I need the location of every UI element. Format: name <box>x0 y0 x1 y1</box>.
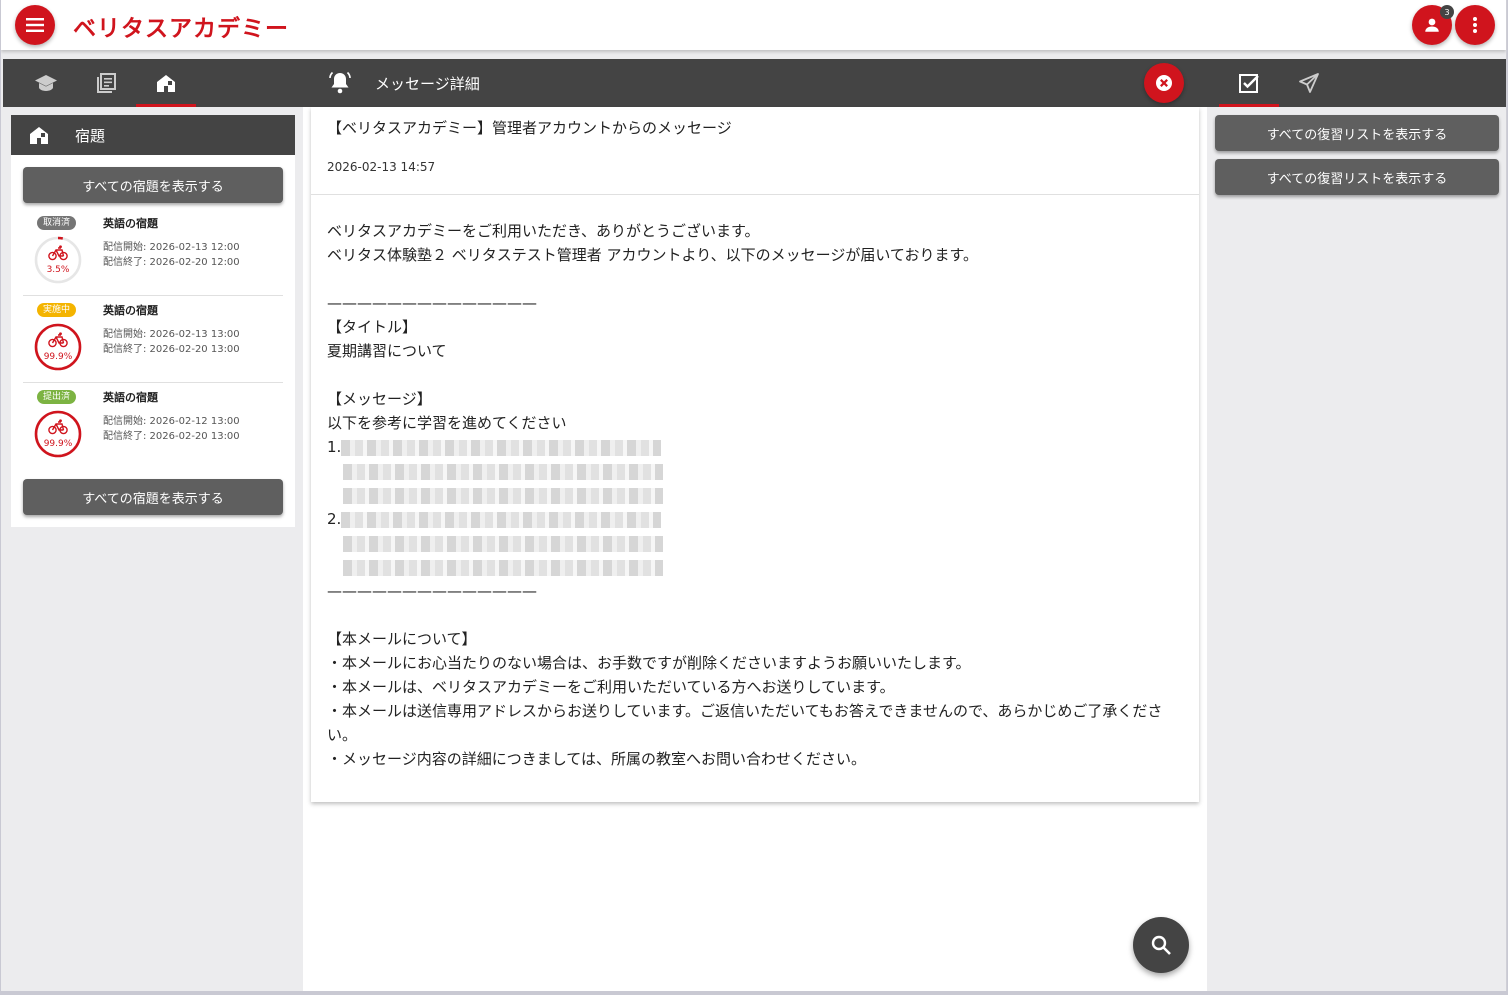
tab-sent[interactable] <box>1295 69 1323 97</box>
right-tab-bar <box>1207 59 1506 107</box>
tab-homework[interactable] <box>152 69 180 97</box>
show-all-review-button-2[interactable]: すべての復習リストを表示する <box>1215 159 1499 195</box>
homework-item[interactable]: 実施中 99.9% 英語の宿題配信開始: 2026-02-13 13:00 配信終了:… <box>23 296 283 383</box>
hamburger-menu-icon <box>26 18 44 32</box>
search-icon <box>1151 935 1171 955</box>
homework-panel: 宿題 すべての宿題を表示する 取消済 3.5% 英語の宿題 配信開始: 2026-02… <box>11 115 295 527</box>
tab-indicator <box>136 104 196 107</box>
body-line: ベリタス体験塾２ ベリタステスト管理者 アカウントより、以下のメッセージが届いて… <box>327 246 978 264</box>
message-detail-title: メッセージ詳細 <box>375 75 480 93</box>
checkbox-icon <box>1239 74 1259 93</box>
homework-title: 英語の宿題 <box>103 304 158 317</box>
app-window: ベリタスアカデミー 3 宿題 すべての宿題を表示する 取消済 3.5% 英語の宿… <box>1 0 1507 991</box>
left-column: 宿題 すべての宿題を表示する 取消済 3.5% 英語の宿題 配信開始: 2026-02… <box>3 59 303 991</box>
delivery-end: 配信終了: 2026-02-20 12:00 <box>103 257 240 268</box>
homework-title: 英語の宿題 <box>103 217 158 230</box>
homework-list: 取消済 3.5% 英語の宿題 配信開始: 2026-02-13 12:00 配信終了: … <box>11 209 295 469</box>
status-badge: 取消済 <box>37 216 77 230</box>
progress-percent: 99.9% <box>43 352 73 362</box>
tab-courses[interactable] <box>32 69 60 97</box>
delivery-end: 配信終了: 2026-02-20 13:00 <box>103 344 240 355</box>
left-tab-bar <box>3 59 303 107</box>
tab-textbooks[interactable] <box>92 69 120 97</box>
progress-ring: 99.9% <box>33 409 83 459</box>
user-icon <box>1425 18 1439 32</box>
message-datetime: 2026-02-13 14:57 <box>327 160 436 174</box>
message-header: メッセージ詳細 <box>303 59 1207 107</box>
delivery-start: 配信開始: 2026-02-12 13:00 <box>103 416 240 427</box>
delivery-start: 配信開始: 2026-02-13 12:00 <box>103 242 240 253</box>
notification-count: 3 <box>1440 5 1454 19</box>
message-subject: 【ベリタスアカデミー】管理者アカウントからのメッセージ <box>327 119 732 137</box>
show-all-homework-button-top[interactable]: すべての宿題を表示する <box>23 167 283 203</box>
send-icon <box>1299 73 1319 93</box>
more-button[interactable] <box>1455 5 1495 45</box>
body-rule: —————————————— <box>327 582 537 600</box>
user-button[interactable]: 3 <box>1412 5 1454 45</box>
body-about-line: ・本メールは、ベリタスアカデミーをご利用いただいている方へお送りしています。 <box>327 678 895 696</box>
divider <box>311 194 1199 195</box>
delivery-start: 配信開始: 2026-02-13 13:00 <box>103 329 240 340</box>
list-number: 1. <box>327 438 342 456</box>
homework-item[interactable]: 提出済 99.9% 英語の宿題配信開始: 2026-02-12 13:00 配信終了:… <box>23 383 283 469</box>
panel-title: 宿題 <box>75 127 106 145</box>
message-body: ベリタスアカデミーをご利用いただき、ありがとうございます。 ベリタス体験塾２ ベ… <box>327 219 1187 771</box>
body-message-text: 以下を参考に学習を進めてください <box>327 414 567 432</box>
blurred-content <box>343 559 663 576</box>
menu-button[interactable] <box>15 5 55 45</box>
show-all-review-button-1[interactable]: すべての復習リストを表示する <box>1215 115 1499 151</box>
blurred-content <box>341 511 662 528</box>
homework-panel-header: 宿題 <box>11 115 295 155</box>
body-message-heading: 【メッセージ】 <box>327 390 432 408</box>
blurred-content <box>343 463 663 480</box>
delivery-end: 配信終了: 2026-02-20 13:00 <box>103 431 240 442</box>
body-about-line: ・メッセージ内容の詳細につきましては、所属の教室へお問い合わせください。 <box>327 750 866 768</box>
bicycle-icon <box>48 245 68 261</box>
house-icon <box>30 127 48 144</box>
bicycle-icon <box>48 332 68 348</box>
list-number: 2. <box>327 510 342 528</box>
blurred-content <box>341 439 662 456</box>
body-line: ベリタスアカデミーをご利用いただき、ありがとうございます。 <box>327 222 760 240</box>
bicycle-icon <box>48 419 68 435</box>
blurred-content <box>343 487 663 504</box>
more-vertical-icon <box>1473 17 1477 33</box>
progress-ring: 99.9% <box>33 322 83 372</box>
body-about-heading: 【本メールについて】 <box>327 630 477 648</box>
right-column: すべての復習リストを表示する すべての復習リストを表示する <box>1207 59 1506 991</box>
message-card: 【ベリタスアカデミー】管理者アカウントからのメッセージ 2026-02-13 1… <box>311 107 1199 802</box>
book-icon <box>97 73 116 93</box>
close-message-button[interactable] <box>1144 63 1184 103</box>
message-column: メッセージ詳細 【ベリタスアカデミー】管理者アカウントからのメッセージ 2026… <box>303 59 1207 991</box>
homework-title: 英語の宿題 <box>103 391 158 404</box>
brand-logo[interactable]: ベリタスアカデミー <box>73 9 289 43</box>
show-all-homework-button-bottom[interactable]: すべての宿題を表示する <box>23 479 283 515</box>
body-about-line: ・本メールにお心当たりのない場合は、お手数ですが削除くださいますようお願いいたし… <box>327 654 971 672</box>
search-fab-button[interactable] <box>1133 917 1189 973</box>
tab-indicator <box>1219 104 1279 107</box>
progress-ring: 3.5% <box>33 235 83 285</box>
homework-item[interactable]: 取消済 3.5% 英語の宿題配信開始: 2026-02-13 12:00 配信終了: … <box>23 209 283 296</box>
body-rule: —————————————— <box>327 294 537 312</box>
top-bar: ベリタスアカデミー 3 <box>1 0 1506 50</box>
progress-percent: 3.5% <box>46 265 70 275</box>
progress-percent: 99.9% <box>43 439 73 449</box>
body-about-line: ・本メールは送信専用アドレスからお送りしています。ご返信いただいてもお答えできま… <box>327 702 1163 744</box>
bell-icon <box>329 71 351 94</box>
body-title-heading: 【タイトル】 <box>327 318 418 336</box>
body-title-text: 夏期講習について <box>327 342 447 360</box>
status-badge: 実施中 <box>37 303 77 317</box>
status-badge: 提出済 <box>37 390 77 404</box>
tab-review[interactable] <box>1235 69 1263 97</box>
house-icon <box>157 75 175 92</box>
blurred-content <box>343 535 663 552</box>
close-icon <box>1156 75 1172 91</box>
graduation-cap-icon <box>35 75 57 91</box>
